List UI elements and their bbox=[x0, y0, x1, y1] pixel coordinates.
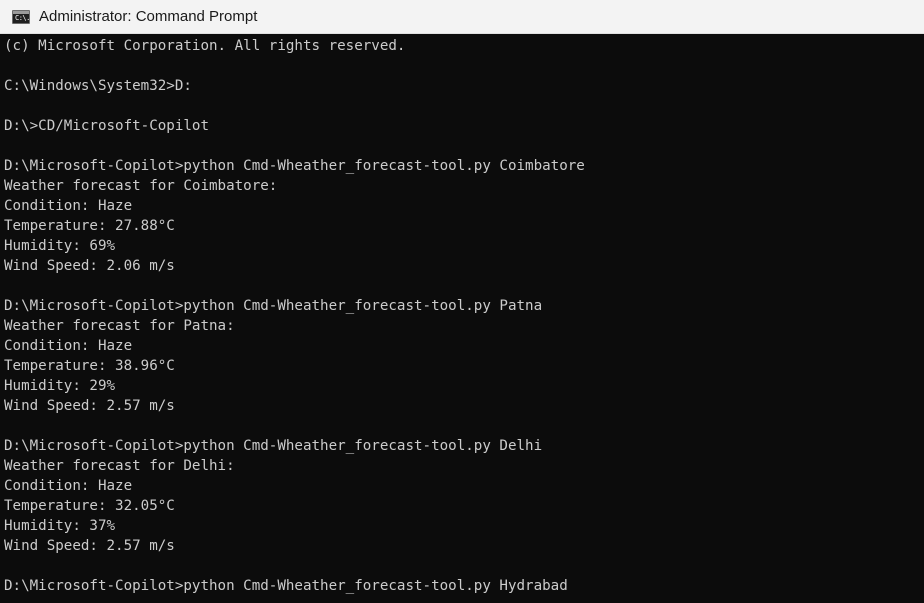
console-line: C:\Windows\System32>D: bbox=[4, 78, 192, 94]
cmd-icon[interactable]: C:\. bbox=[12, 9, 30, 24]
console-line: Weather forecast for Patna: bbox=[4, 318, 235, 334]
window-title: Administrator: Command Prompt bbox=[39, 8, 258, 25]
console-line: Temperature: 38.96°C bbox=[4, 358, 175, 374]
console-line: Weather forecast for Delhi: bbox=[4, 458, 235, 474]
console-line: Humidity: 37% bbox=[4, 518, 116, 534]
console-line: Wind Speed: 2.06 m/s bbox=[4, 258, 175, 274]
console-line: Condition: Haze bbox=[4, 478, 133, 494]
console-line: D:\Microsoft-Copilot>python Cmd-Wheather… bbox=[4, 438, 543, 454]
command-prompt-window: C:\. Administrator: Command Prompt (c) M… bbox=[0, 0, 924, 603]
console-line: Weather forecast for Coimbatore: bbox=[4, 178, 278, 194]
console-line: (c) Microsoft Corporation. All rights re… bbox=[4, 38, 406, 54]
console-line: Humidity: 29% bbox=[4, 378, 116, 394]
console-line: Temperature: 27.88°C bbox=[4, 218, 175, 234]
console-output[interactable]: (c) Microsoft Corporation. All rights re… bbox=[0, 36, 924, 603]
console-line: D:\Microsoft-Copilot>python Cmd-Wheather… bbox=[4, 298, 543, 314]
cmd-icon-glyph: C:\. bbox=[15, 13, 30, 22]
console-line: D:\>CD/Microsoft-Copilot bbox=[4, 118, 209, 134]
console-line: Condition: Haze bbox=[4, 198, 133, 214]
title-bar[interactable]: C:\. Administrator: Command Prompt bbox=[0, 0, 924, 34]
console-line: Wind Speed: 2.57 m/s bbox=[4, 398, 175, 414]
console-line: Temperature: 32.05°C bbox=[4, 498, 175, 514]
console-line: Wind Speed: 2.57 m/s bbox=[4, 538, 175, 554]
console-line: Humidity: 69% bbox=[4, 238, 116, 254]
console-line: D:\Microsoft-Copilot>python Cmd-Wheather… bbox=[4, 158, 585, 174]
console-line: Condition: Haze bbox=[4, 338, 133, 354]
console-line: D:\Microsoft-Copilot>python Cmd-Wheather… bbox=[4, 578, 568, 594]
